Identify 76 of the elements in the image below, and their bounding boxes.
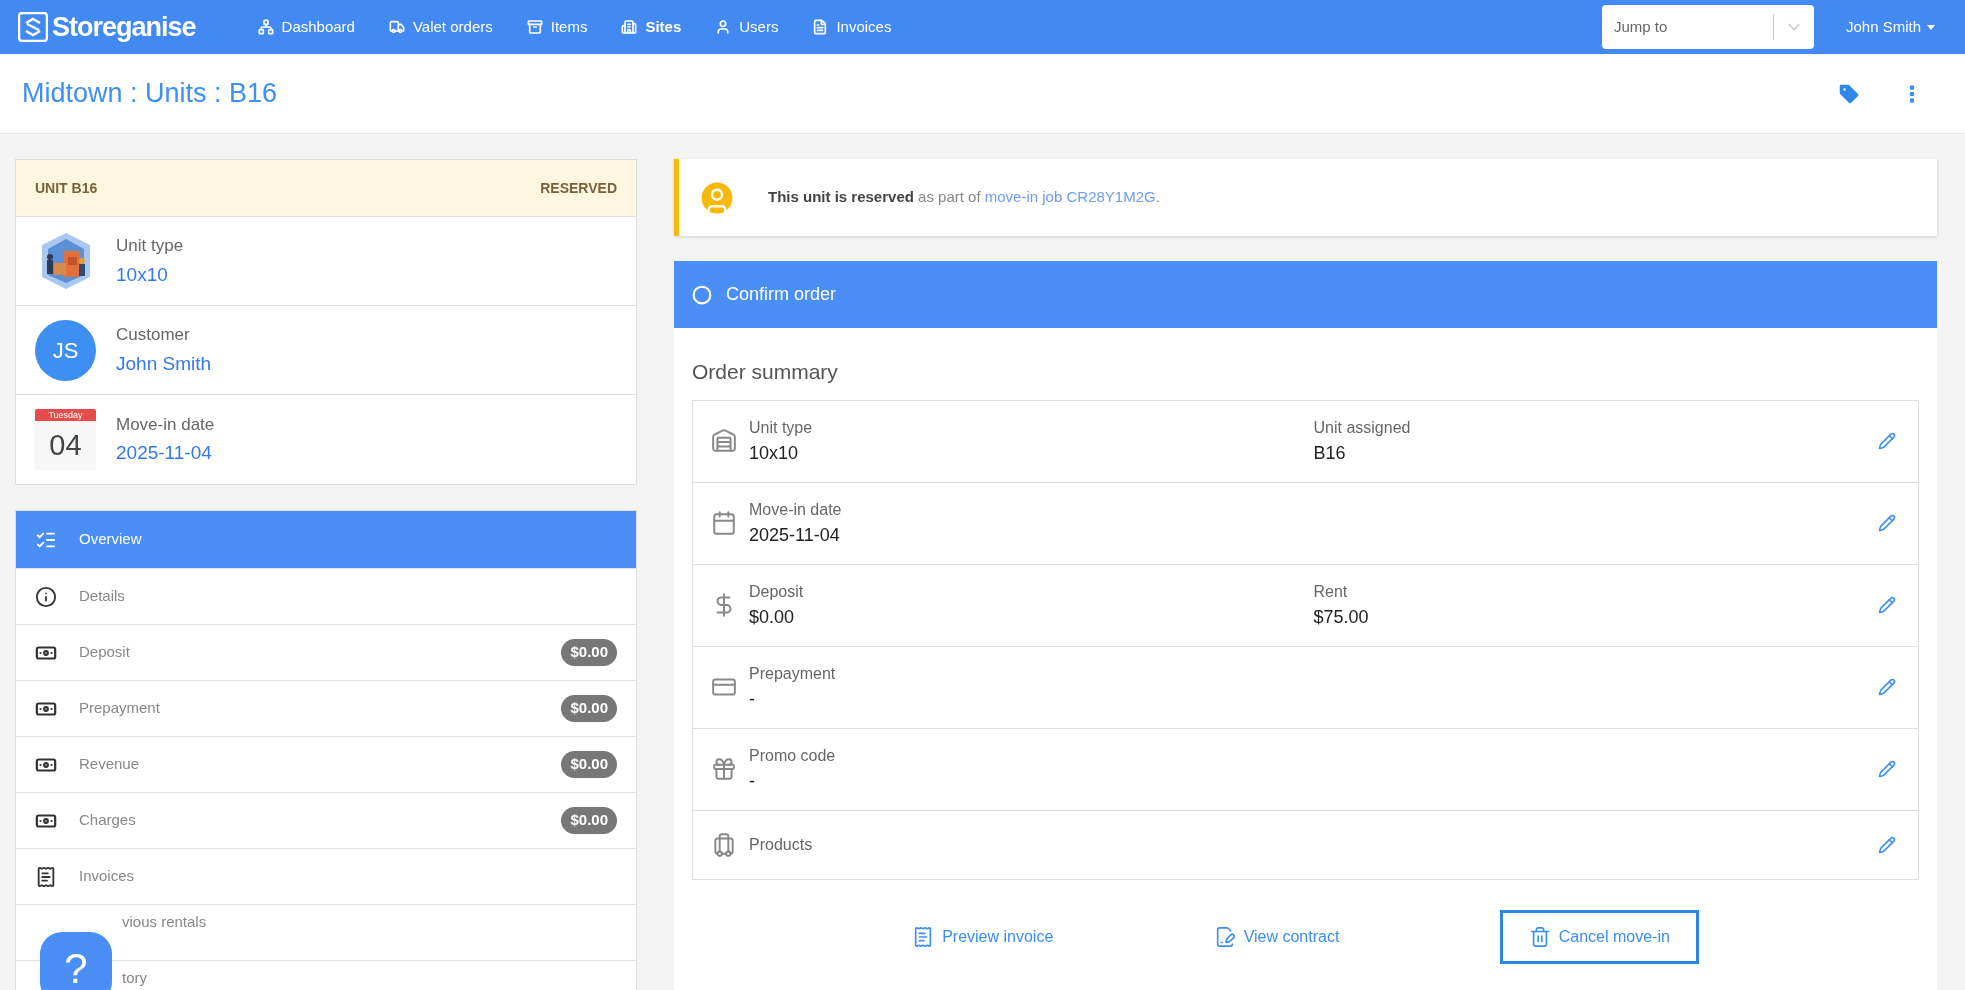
field-label: Unit type [749,417,814,438]
edit-icon[interactable] [1878,760,1896,778]
menu-item[interactable]: Charges $0.00 [16,793,636,849]
amount-badge: $0.00 [561,695,617,722]
jump-to-select[interactable]: Jump to [1601,5,1814,49]
logo-icon [18,12,48,42]
menu-item[interactable]: Revenue $0.00 [16,737,636,793]
menu-item[interactable]: Prepayment $0.00 [16,681,636,737]
menu-item[interactable]: Details [16,569,636,625]
truck-icon [388,19,405,35]
amount-badge: $0.00 [561,639,617,666]
section-title: Order summary [692,359,839,385]
menu-item[interactable]: Deposit $0.00 [16,625,636,681]
edit-icon[interactable] [1878,596,1896,614]
sitemap-icon [257,19,274,35]
field-label: Promo code [749,745,837,766]
customer-avatar: JS [35,319,96,381]
edit-icon[interactable] [1878,514,1896,532]
alert-message: This unit is reserved as part of move-in job CR28Y1M2G. [768,187,1160,208]
field-label: Rent [1313,581,1349,602]
field-value: - [749,769,756,793]
nav-link[interactable]: Sites [621,15,682,39]
trash-icon [1528,925,1551,948]
edit-icon[interactable] [1878,432,1896,450]
field-label: Prepayment [749,663,837,684]
day-number: 04 [48,427,83,463]
field-label: Unit type [116,235,184,257]
help-button[interactable]: ? [40,932,112,990]
user-menu[interactable]: John Smith [1845,15,1935,39]
edit-icon[interactable] [1878,678,1896,696]
field-value: 2025-11-04 [749,523,841,547]
user-icon [715,19,732,35]
receipt-icon [35,865,57,888]
menu-item[interactable]: Invoices [16,849,636,905]
nav-link[interactable]: Valet orders [388,15,493,39]
unit-status: RESERVED [540,178,617,198]
job-link[interactable]: move-in job CR28Y1M2G [984,188,1156,206]
edit-icon[interactable] [1878,835,1896,854]
gift-icon [711,756,737,782]
field-link[interactable]: 2025-11-04 [116,439,215,468]
cancel-button[interactable]: Cancel move-in [1499,909,1699,964]
field-label: Move-in date [749,499,843,520]
nav-link[interactable]: Items [526,15,588,39]
field-label: Deposit [749,581,805,602]
tag-icon[interactable] [1837,81,1861,106]
field-label: Customer [116,324,191,346]
field-link[interactable]: John Smith [116,349,212,378]
amount-badge: $0.00 [561,807,617,834]
brand-name: Storeganise [52,10,196,44]
unit-label: UNIT B16 [35,178,98,198]
action-link[interactable]: View contract [1213,909,1340,964]
field-link[interactable]: 10x10 [116,260,184,289]
field-value: 10x10 [749,441,800,465]
field-value: - [749,687,756,711]
file-icon [812,19,829,35]
field-label: Move-in date [116,413,215,436]
field-value: B16 [1313,441,1347,465]
info-icon [35,585,57,608]
field-value: $0.00 [749,605,796,629]
amount-badge: $0.00 [561,751,617,778]
caret-icon [1927,24,1935,30]
menu-item[interactable]: Overview [16,511,636,569]
nav-link[interactable]: Users [715,15,779,39]
jump-to-input[interactable]: Jump to [1601,15,1773,39]
nav-link[interactable]: Dashboard [257,15,355,39]
field-label: Products [749,834,814,855]
archive-icon [526,19,543,35]
building-icon [621,19,638,35]
calendar-icon [711,510,737,536]
step-label: Confirm order [726,283,837,306]
page-title: Midtown : Units : B16 [22,77,278,111]
action-link[interactable]: Preview invoice [912,909,1054,964]
field-value: $75.00 [1313,605,1370,629]
weekday-label: Tuesday [35,409,96,421]
nav-link[interactable]: Invoices [812,15,892,39]
field-label: Unit assigned [1313,417,1412,438]
